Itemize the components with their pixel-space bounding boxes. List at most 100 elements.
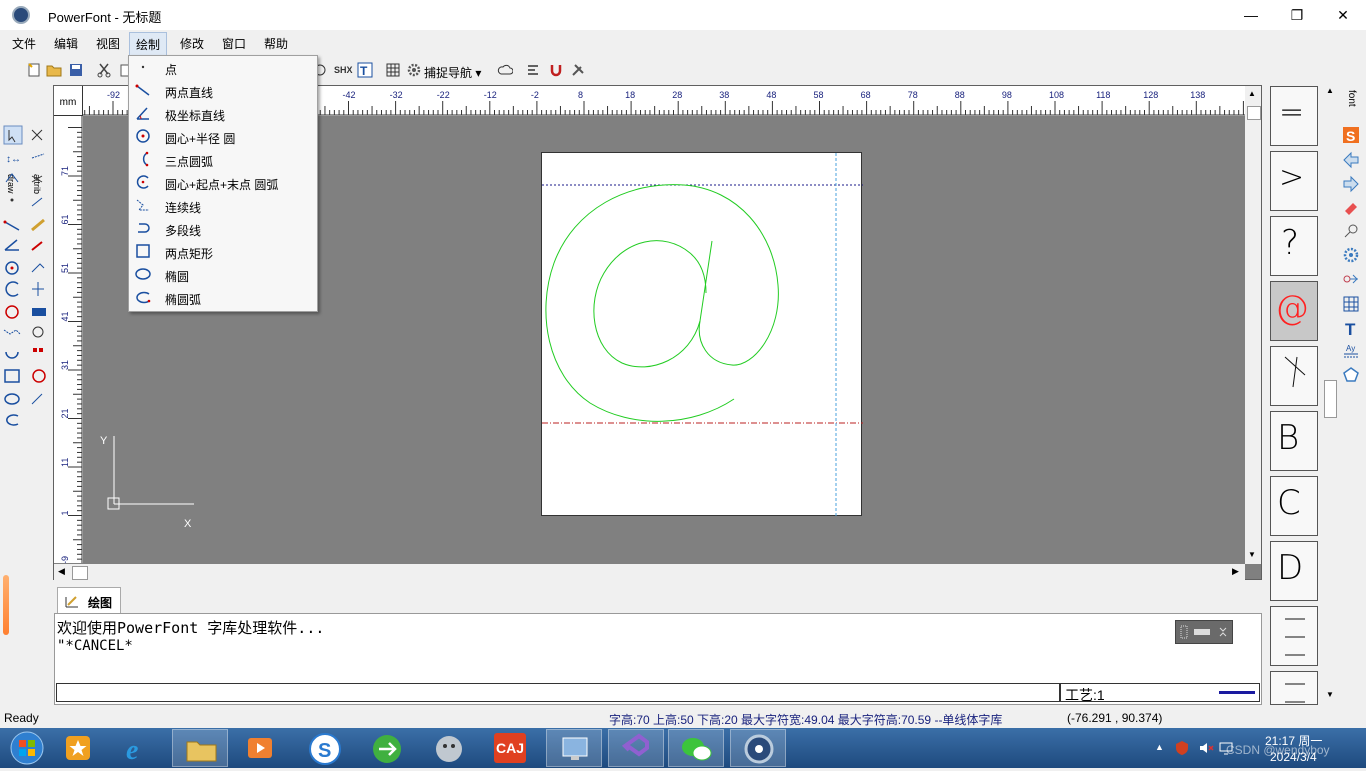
maximize-button[interactable]: ❐ [1274, 0, 1320, 30]
green-app-icon[interactable] [370, 732, 404, 766]
folder-icon [186, 741, 217, 762]
ruler-tick-label: 41 [60, 311, 70, 321]
magnet-icon[interactable] [548, 62, 564, 78]
scroll-down-arrow[interactable]: ▼ [1248, 550, 1256, 559]
scroll-left-arrow[interactable]: ◀ [58, 566, 65, 577]
menu-item-three-point-arc[interactable]: 三点圆弧 [129, 148, 317, 171]
vertical-scroll-thumb[interactable] [1247, 106, 1261, 120]
menu-modify[interactable]: 修改 [178, 35, 206, 52]
glyph-cell[interactable]: > [1270, 151, 1318, 211]
glyph-cell[interactable]: C [1270, 476, 1318, 536]
table-grid-icon[interactable] [1342, 295, 1360, 313]
scroll-right-arrow[interactable]: ▶ [1232, 566, 1239, 577]
status-font-metrics: 字高:70 上高:50 下高:20 最大字符宽:49.04 最大字符高:70.5… [609, 713, 1003, 727]
menu-item-point[interactable]: 点 [129, 56, 317, 79]
menu-edit[interactable]: 编辑 [52, 35, 80, 52]
shx-font-button[interactable]: SHX [334, 65, 353, 75]
glyph-cell-selected[interactable]: @ [1270, 281, 1318, 341]
save-icon[interactable] [68, 62, 84, 78]
clock-date[interactable]: 2024/3/4 [1270, 750, 1317, 764]
clock-time[interactable]: 21:17 周一 [1265, 732, 1322, 749]
shx-s-icon[interactable]: S [1342, 126, 1360, 144]
text-align-icon[interactable] [525, 62, 541, 78]
start-orb-icon[interactable] [8, 730, 46, 766]
prev-arrow-icon[interactable] [1342, 151, 1360, 169]
truetype-font-icon[interactable]: T [357, 62, 373, 78]
grid-icon[interactable] [385, 62, 401, 78]
menu-item-multi-segment-line[interactable]: 多段线 [129, 217, 317, 240]
new-file-icon[interactable] [26, 62, 42, 78]
star-app-icon[interactable] [62, 732, 94, 764]
glyph-cell[interactable] [1270, 346, 1318, 406]
media-player-icon[interactable] [244, 732, 276, 764]
cut-icon[interactable] [96, 62, 112, 78]
open-folder-icon[interactable] [46, 62, 62, 78]
pentagon-icon[interactable] [1342, 366, 1360, 384]
tools-icon[interactable] [570, 62, 586, 78]
text-t-icon[interactable]: T [1342, 319, 1360, 337]
tray-volume-muted-icon[interactable] [1198, 740, 1214, 756]
close-button[interactable]: ✕ [1320, 0, 1366, 30]
app-icon[interactable] [12, 6, 30, 24]
pin-tool-icon[interactable] [1342, 222, 1360, 240]
minimize-button[interactable]: — [1228, 0, 1274, 30]
snap-navigation-button[interactable]: 捕捉导航 ▾ [424, 64, 481, 81]
glyph-scroll-up[interactable]: ▲ [1326, 86, 1334, 95]
glyph-cell[interactable] [1270, 606, 1318, 666]
glyph-cell[interactable]: D [1270, 541, 1318, 601]
menu-item-center-start-end-arc[interactable]: 圆心+起点+末点 圆弧 [129, 171, 317, 194]
tray-expand-icon[interactable]: ▲ [1155, 742, 1164, 752]
horizontal-scroll-thumb[interactable] [72, 566, 88, 580]
command-input[interactable] [56, 683, 1060, 702]
tab-draw[interactable]: 绘图 [57, 587, 121, 614]
menu-item-two-point-rectangle[interactable]: 两点矩形 [129, 240, 317, 263]
menu-item-polar-line[interactable]: 极坐标直线 [129, 102, 317, 125]
glyph-cell[interactable]: B [1270, 411, 1318, 471]
menu-file[interactable]: 文件 [10, 35, 38, 52]
cloud-icon[interactable] [497, 62, 513, 78]
ruler-tick-label: -92 [107, 90, 120, 100]
glyph-scroll-thumb[interactable] [1324, 380, 1337, 418]
tray-security-icon[interactable] [1174, 740, 1190, 756]
menu-draw[interactable]: 绘制 [129, 32, 168, 57]
polyline-icon [136, 199, 149, 211]
eraser-icon[interactable] [1342, 198, 1360, 216]
font-tab[interactable]: font [1346, 90, 1357, 107]
scissors-transform-icon[interactable] [1342, 270, 1360, 288]
visual-studio-task[interactable] [608, 729, 664, 767]
glyph-cell[interactable] [1270, 671, 1318, 705]
ie-browser-icon[interactable]: e [122, 732, 154, 764]
glyph-cell[interactable]: = [1270, 86, 1318, 146]
menu-help[interactable]: 帮助 [262, 35, 290, 52]
menu-item-ellipse[interactable]: 椭圆 [129, 263, 317, 286]
keyboard-icon [1180, 625, 1227, 639]
wechat-task[interactable] [668, 729, 724, 767]
multi-segment-icon [138, 223, 150, 233]
caj-viewer-icon[interactable]: CAJ [494, 733, 526, 763]
menu-item-center-radius-circle[interactable]: 圆心+半径 圆 [129, 125, 317, 148]
file-explorer-task[interactable] [172, 729, 228, 767]
sogou-input-icon[interactable]: S [308, 732, 342, 766]
mac-app-icon[interactable] [432, 732, 466, 766]
menu-item-elliptic-arc[interactable]: 椭圆弧 [129, 286, 317, 309]
scroll-up-arrow[interactable]: ▲ [1248, 89, 1256, 98]
svg-text:T: T [360, 64, 368, 78]
canvas-vertical-scrollbar[interactable]: ▲ ▼ [1245, 86, 1261, 564]
remote-desktop-task[interactable] [546, 729, 602, 767]
text-baseline-icon[interactable]: Ay [1342, 342, 1360, 360]
menu-item-two-point-line[interactable]: 两点直线 [129, 79, 317, 102]
menu-item-continuous-line[interactable]: 连续线 [129, 194, 317, 217]
glyph-cell[interactable]: ? [1270, 216, 1318, 276]
settings-gear-icon[interactable] [1342, 246, 1360, 264]
glyph-panel-scrollbar[interactable]: ▲ ▼ [1323, 84, 1337, 704]
glyph-scroll-down[interactable]: ▼ [1326, 690, 1334, 699]
powerfont-task[interactable] [730, 729, 786, 767]
canvas-horizontal-scrollbar[interactable]: ◀ ▶ [54, 564, 1245, 580]
keyboard-widget[interactable] [1175, 620, 1233, 644]
menu-item-label: 椭圆弧 [165, 293, 202, 307]
menu-window[interactable]: 窗口 [220, 35, 248, 52]
next-arrow-icon[interactable] [1342, 175, 1360, 193]
left-tool-icons[interactable]: ↕↔ [0, 124, 52, 434]
glyph-paper[interactable] [541, 152, 863, 517]
menu-view[interactable]: 视图 [94, 35, 122, 52]
